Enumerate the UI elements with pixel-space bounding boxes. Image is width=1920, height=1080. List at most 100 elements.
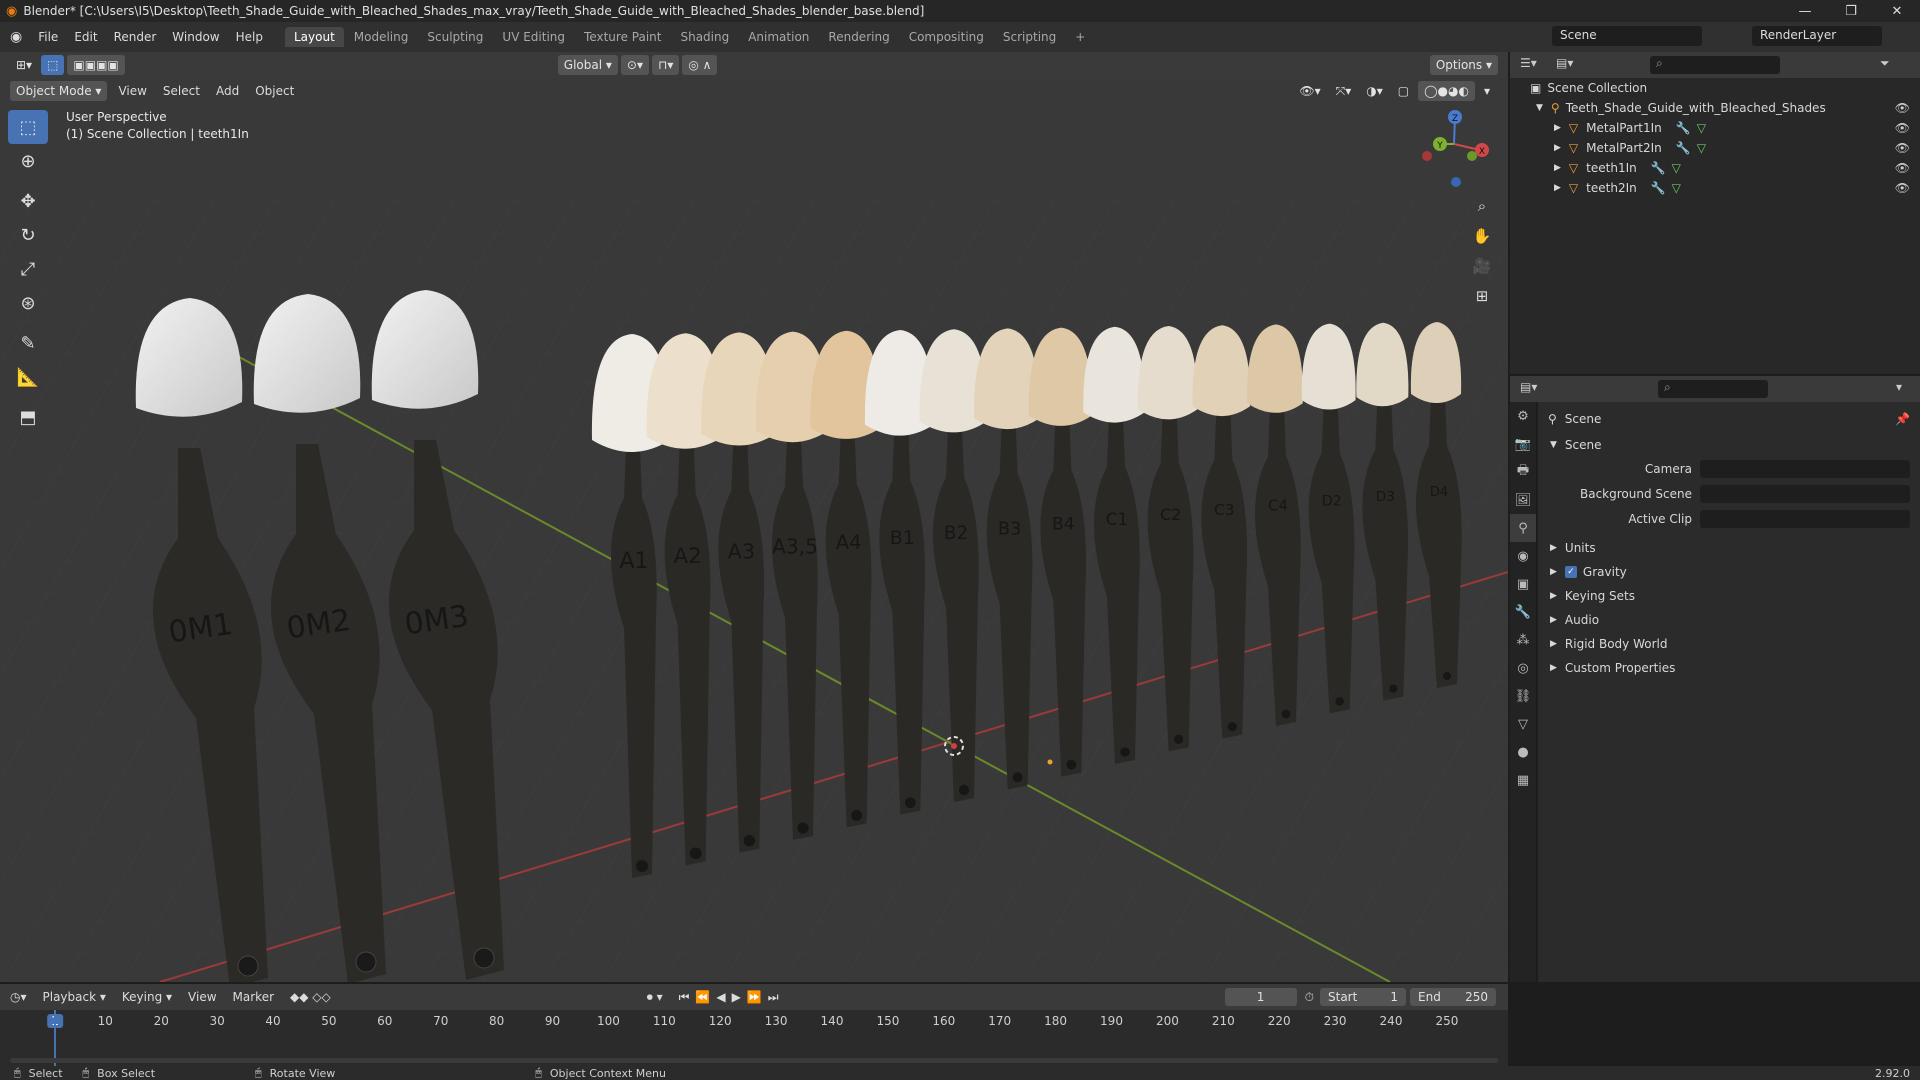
timeline-area[interactable]: 1102030405060708090100110120130140150160… (0, 1010, 1508, 1066)
scale-icon[interactable]: ⤢ (8, 252, 48, 286)
options-dropdown[interactable]: Options ▾ (1429, 55, 1498, 75)
menu-help[interactable]: Help (228, 30, 271, 44)
zoom-icon[interactable]: ⌕ (1468, 192, 1496, 220)
tab-layout[interactable]: Layout (284, 27, 344, 47)
close-button[interactable]: ✕ (1874, 0, 1920, 22)
output-tab-icon[interactable]: 🖶 (1510, 458, 1536, 486)
current-frame-field[interactable]: 1 (1224, 988, 1297, 1006)
select-menu[interactable]: Select (155, 84, 208, 98)
world-tab-icon[interactable]: ◉ (1510, 542, 1536, 570)
shading-mode-icons[interactable]: ◯●◕◐ (1418, 81, 1475, 101)
visibility-eye-icon[interactable]: 👁 (1895, 121, 1910, 135)
outliner-search-input[interactable]: ⌕ (1650, 56, 1780, 74)
keyframe-icons[interactable]: ◆◆ ◇◇ (282, 990, 339, 1004)
visibility-eye-icon[interactable]: 👁 (1895, 141, 1910, 155)
outliner-row-scene-collection[interactable]: ▣ Scene Collection (1510, 78, 1920, 98)
scene-tab-icon[interactable]: ⚲ (1510, 514, 1536, 542)
constraints-tab-icon[interactable]: ⛓ (1510, 682, 1536, 710)
gizmo-neg-z-icon[interactable] (1451, 177, 1461, 187)
visibility-icon[interactable]: 👁▾ (1293, 81, 1326, 101)
outliner-row-object[interactable]: ▶ ▽ teeth2In 🔧 ▽ 👁 (1510, 178, 1920, 198)
tab-shading[interactable]: Shading (671, 27, 738, 47)
select-mode-icons[interactable]: ▣▣▣▣ (67, 55, 125, 75)
outliner-row-object[interactable]: ▶ ▽ MetalPart2In 🔧 ▽ 👁 (1510, 138, 1920, 158)
menu-render[interactable]: Render (106, 30, 165, 44)
proportional-edit-icon[interactable]: ◎ ∧ (682, 55, 718, 75)
material-tab-icon[interactable]: ● (1510, 738, 1536, 766)
visibility-eye-icon[interactable]: 👁 (1895, 101, 1910, 115)
marker-menu[interactable]: Marker (225, 990, 282, 1004)
auto-key-icon[interactable]: ⏺ ▾ (639, 990, 671, 1005)
visibility-eye-icon[interactable]: 👁 (1895, 181, 1910, 195)
visibility-eye-icon[interactable]: 👁 (1895, 161, 1910, 175)
camera-view-icon[interactable]: 🎥 (1468, 252, 1496, 280)
tab-uv-editing[interactable]: UV Editing (493, 27, 574, 47)
gizmo-neg-y-icon[interactable] (1467, 151, 1477, 161)
expand-arrow-icon[interactable]: ▶ (1554, 183, 1561, 193)
timeline-editor-icon[interactable]: ◷▾ (10, 990, 35, 1004)
properties-search-input[interactable]: ⌕ (1658, 380, 1768, 398)
outliner-row-object[interactable]: ▶ ▽ teeth1In 🔧 ▽ 👁 (1510, 158, 1920, 178)
maximize-button[interactable]: ❐ (1828, 0, 1874, 22)
playback-menu[interactable]: Playback ▾ (35, 990, 114, 1004)
outliner-editor-icon[interactable]: ☰▾ (1520, 56, 1537, 70)
pivot-icon[interactable]: ⊙▾ (620, 55, 649, 75)
tab-texture-paint[interactable]: Texture Paint (575, 27, 670, 47)
cursor-icon[interactable]: ⊕ (8, 144, 48, 178)
texture-tab-icon[interactable]: ▦ (1510, 766, 1536, 794)
view-menu[interactable]: View (110, 84, 154, 98)
tab-modeling[interactable]: Modeling (345, 27, 418, 47)
annotate-icon[interactable]: ✎ (8, 326, 48, 360)
pan-hand-icon[interactable]: ✋ (1468, 222, 1496, 250)
keying-menu[interactable]: Keying ▾ (114, 990, 180, 1004)
expand-arrow-icon[interactable]: ▼ (1536, 103, 1543, 113)
tab-compositing[interactable]: Compositing (900, 27, 993, 47)
timeline-view-menu[interactable]: View (180, 990, 224, 1004)
select-box-icon[interactable]: ⬚ (8, 110, 48, 144)
rigid-body-panel-header[interactable]: ▶ Rigid Body World (1538, 633, 1920, 655)
add-workspace-icon[interactable]: + (1066, 27, 1094, 47)
outliner-row-object[interactable]: ▶ ▽ MetalPart1In 🔧 ▽ 👁 (1510, 118, 1920, 138)
add-cube-icon[interactable]: ⬒ (8, 400, 48, 434)
gravity-panel-header[interactable]: ▶ ✓ Gravity (1538, 561, 1920, 583)
frame-ruler[interactable]: 1102030405060708090100110120130140150160… (0, 1010, 1508, 1032)
end-frame-field[interactable]: End 250 (1410, 988, 1496, 1006)
object-menu[interactable]: Object (247, 84, 302, 98)
custom-properties-panel-header[interactable]: ▶ Custom Properties (1538, 657, 1920, 679)
navigation-gizmo[interactable]: Z X Y (1422, 110, 1489, 187)
particles-tab-icon[interactable]: ⁂ (1510, 626, 1536, 654)
physics-tab-icon[interactable]: ◎ (1510, 654, 1536, 682)
menu-window[interactable]: Window (164, 30, 227, 44)
measure-icon[interactable]: 📐 (8, 360, 48, 394)
3d-viewport[interactable]: 0M1 0M2 0M3 A1 A2 A3 A3,5 A4 B1 B2 B3 B4 C1 C2 C3 C4 D2… (0, 52, 1508, 982)
scene-selector[interactable]: Scene (1552, 26, 1702, 46)
minimize-button[interactable]: — (1782, 0, 1828, 22)
render-layer-selector[interactable]: RenderLayer (1752, 26, 1882, 46)
keying-sets-panel-header[interactable]: ▶ Keying Sets (1538, 585, 1920, 607)
expand-arrow-icon[interactable]: ▶ (1554, 143, 1561, 153)
properties-options-icon[interactable]: ▾ (1896, 380, 1902, 394)
timeline-scrollbar[interactable] (10, 1058, 1498, 1063)
audio-panel-header[interactable]: ▶ Audio (1538, 609, 1920, 631)
object-mode-dropdown[interactable]: Object Mode ▾ (10, 81, 108, 101)
shading-options-icon[interactable]: ▾ (1478, 81, 1496, 101)
menu-edit[interactable]: Edit (66, 30, 105, 44)
tool-tab-icon[interactable]: ⚙ (1510, 402, 1536, 430)
outliner-row-collection[interactable]: ▼ ⚲ Teeth_Shade_Guide_with_Bleached_Shad… (1510, 98, 1920, 118)
blender-menu-icon[interactable]: ◉ (0, 29, 30, 45)
pin-icon[interactable]: 📌 (1895, 412, 1910, 426)
preview-range-icon[interactable]: ⏱ (1305, 990, 1314, 1005)
units-panel-header[interactable]: ▶ Units (1538, 537, 1920, 559)
xray-icon[interactable]: ▢ (1392, 81, 1415, 101)
background-scene-field[interactable] (1700, 485, 1910, 503)
active-clip-field[interactable] (1700, 510, 1910, 528)
render-tab-icon[interactable]: 📷 (1510, 430, 1536, 458)
add-menu[interactable]: Add (208, 84, 247, 98)
tab-animation[interactable]: Animation (739, 27, 818, 47)
overlay-toggle-icon[interactable]: ◑▾ (1360, 81, 1389, 101)
properties-editor-icon[interactable]: ▤▾ (1520, 380, 1537, 394)
filter-icon[interactable]: ⏷ (1880, 56, 1890, 71)
object-tab-icon[interactable]: ▣ (1510, 570, 1536, 598)
select-tool-icon[interactable]: ⬚ (41, 55, 65, 75)
gravity-checkbox[interactable]: ✓ (1564, 566, 1577, 578)
